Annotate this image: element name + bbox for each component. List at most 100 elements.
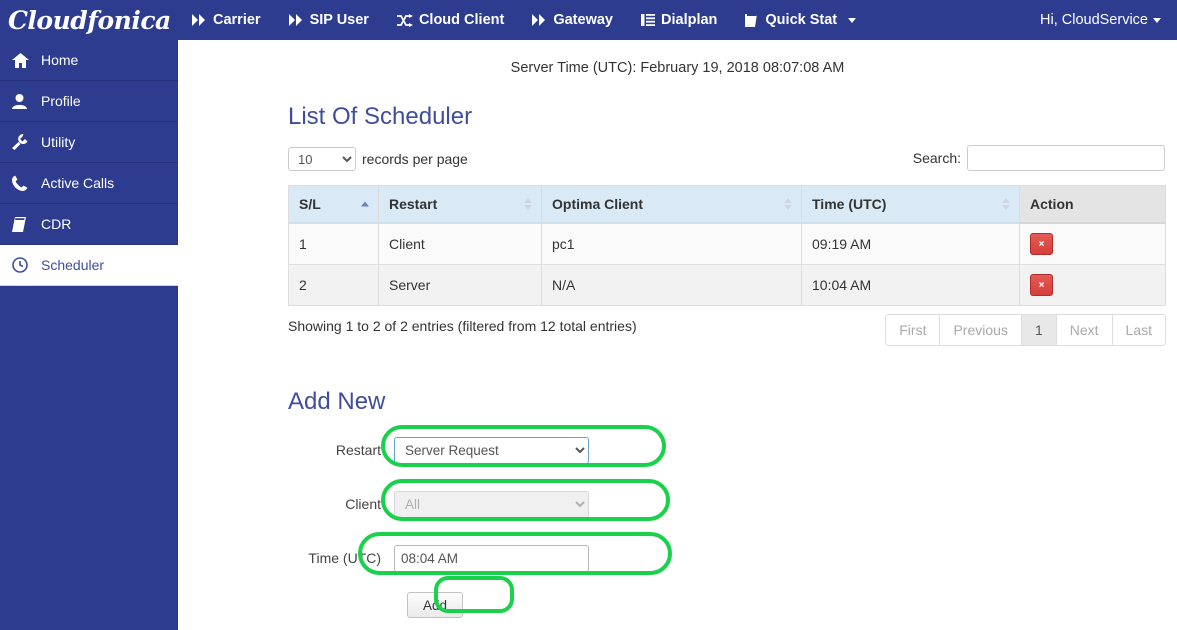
- add-new-title: Add New: [288, 388, 386, 415]
- sort-toggle-icon: [1002, 198, 1010, 210]
- shuffle-icon: [396, 13, 413, 27]
- table-head: S/L Restart Optima Client Time (UTC) Act…: [288, 185, 1166, 224]
- nav-item-label: Cloud Client: [418, 12, 505, 28]
- sidebar: Home Profile Utility Active Calls CDR Sc…: [0, 40, 178, 630]
- sidebar-item-utility[interactable]: Utility: [0, 122, 178, 163]
- column-header-restart[interactable]: Restart: [378, 185, 542, 224]
- cell-action: ×: [1019, 264, 1166, 306]
- scheduler-table: S/L Restart Optima Client Time (UTC) Act…: [288, 185, 1166, 306]
- nav-item-label: Dialplan: [661, 12, 718, 28]
- column-header-action: Action: [1019, 185, 1166, 224]
- pagination-page-1[interactable]: 1: [1021, 315, 1057, 345]
- nav-item-quick-stat[interactable]: Quick Stat: [731, 0, 870, 40]
- chevron-down-icon: [1153, 17, 1161, 23]
- cell-sl: 1: [288, 222, 379, 265]
- cell-time: 10:04 AM: [801, 264, 1020, 306]
- nav-item-label: Gateway: [553, 12, 613, 28]
- pagination-last[interactable]: Last: [1112, 315, 1165, 345]
- pagination-next[interactable]: Next: [1056, 315, 1113, 345]
- client-select[interactable]: All: [394, 490, 589, 518]
- nav-item-carrier[interactable]: Carrier: [178, 0, 275, 40]
- cell-time: 09:19 AM: [801, 222, 1020, 265]
- nav-item-label: SIP User: [309, 12, 369, 28]
- cell-optima-client: N/A: [541, 264, 802, 306]
- sidebar-item-label: Utility: [41, 134, 76, 150]
- column-label: Optima Client: [552, 196, 644, 212]
- time-label: Time (UTC): [308, 550, 381, 566]
- list-icon: [641, 14, 655, 26]
- column-label: S/L: [299, 196, 321, 212]
- nav-item-sip-user[interactable]: SIP User: [275, 0, 383, 40]
- add-button[interactable]: Add: [407, 592, 463, 618]
- sidebar-item-cdr[interactable]: CDR: [0, 204, 178, 245]
- client-label: Client: [345, 496, 381, 512]
- table-controls: 10 records per page Search:: [288, 145, 1165, 181]
- nav-item-label: Carrier: [213, 12, 261, 28]
- form-row-client: Client All: [288, 484, 1165, 524]
- column-header-time-utc[interactable]: Time (UTC): [801, 185, 1020, 224]
- column-label: Action: [1030, 196, 1074, 212]
- records-per-page-label: records per page: [362, 151, 468, 167]
- nav-item-label: Quick Stat: [765, 12, 838, 28]
- time-input[interactable]: [394, 544, 589, 572]
- book-icon: [745, 13, 759, 27]
- sort-toggle-icon: [784, 198, 792, 210]
- user-menu-label: Hi, CloudService: [1040, 12, 1148, 28]
- table-body: 1 Client pc1 09:19 AM × 2 Server N/A 10:…: [288, 222, 1166, 306]
- cell-sl: 2: [288, 264, 379, 306]
- clock-icon: [12, 257, 30, 273]
- sidebar-item-label: Home: [41, 52, 79, 68]
- phone-icon: [12, 175, 30, 191]
- table-footer: Showing 1 to 2 of 2 entries (filtered fr…: [288, 314, 1166, 360]
- form-row-restart: Restart Server Request: [288, 430, 1165, 470]
- delete-row-button[interactable]: ×: [1030, 233, 1053, 255]
- fast-forward-icon: [532, 14, 547, 26]
- form-row-time: Time (UTC): [288, 538, 1165, 578]
- sidebar-item-label: Active Calls: [41, 175, 115, 191]
- cell-optima-client: pc1: [541, 222, 802, 265]
- brand-logo[interactable]: Cloudfonica: [0, 0, 178, 40]
- records-per-page-control: 10 records per page: [288, 147, 468, 171]
- pagination-first[interactable]: First: [886, 315, 941, 345]
- delete-row-button[interactable]: ×: [1030, 274, 1053, 296]
- table-row[interactable]: 2 Server N/A 10:04 AM ×: [288, 264, 1166, 306]
- search-control: Search:: [913, 145, 1165, 171]
- nav-menu: Carrier SIP User Cloud Client Gateway Di…: [178, 0, 870, 40]
- user-menu[interactable]: Hi, CloudService: [1030, 0, 1171, 40]
- page-title: List Of Scheduler: [288, 103, 473, 130]
- column-label: Restart: [389, 196, 438, 212]
- table-info: Showing 1 to 2 of 2 entries (filtered fr…: [288, 318, 637, 334]
- search-input[interactable]: [967, 145, 1165, 171]
- restart-select[interactable]: Server Request: [394, 436, 589, 464]
- column-header-optima-client[interactable]: Optima Client: [541, 185, 802, 224]
- nav-item-gateway[interactable]: Gateway: [518, 0, 627, 40]
- user-icon: [12, 93, 30, 109]
- table-row[interactable]: 1 Client pc1 09:19 AM ×: [288, 222, 1166, 265]
- pagination-previous[interactable]: Previous: [940, 315, 1022, 345]
- main-content: Server Time (UTC): February 19, 2018 08:…: [178, 40, 1177, 630]
- sidebar-item-scheduler[interactable]: Scheduler: [0, 245, 178, 286]
- nav-item-dialplan[interactable]: Dialplan: [627, 0, 731, 40]
- cell-restart: Server: [378, 264, 542, 306]
- wrench-icon: [12, 134, 30, 150]
- pagination: First Previous 1 Next Last: [885, 314, 1166, 346]
- cell-restart: Client: [378, 222, 542, 265]
- scheduler-panel: List Of Scheduler 10 records per page Se…: [178, 103, 1177, 618]
- sidebar-item-label: Scheduler: [41, 257, 105, 273]
- restart-label: Restart: [335, 442, 381, 458]
- sidebar-item-home[interactable]: Home: [0, 40, 178, 81]
- sort-ascending-icon: [361, 201, 369, 207]
- sidebar-item-profile[interactable]: Profile: [0, 81, 178, 122]
- cell-action: ×: [1019, 222, 1166, 265]
- search-label: Search:: [912, 150, 961, 166]
- fast-forward-icon: [288, 14, 304, 26]
- top-navbar: Cloudfonica Carrier SIP User Cloud Clien…: [0, 0, 1177, 40]
- sort-toggle-icon: [524, 198, 532, 210]
- sidebar-item-active-calls[interactable]: Active Calls: [0, 163, 178, 204]
- column-header-sl[interactable]: S/L: [288, 185, 379, 224]
- table-header-row: S/L Restart Optima Client Time (UTC) Act…: [288, 185, 1166, 224]
- fast-forward-icon: [192, 14, 207, 26]
- records-per-page-select[interactable]: 10: [288, 147, 356, 171]
- column-label: Time (UTC): [812, 196, 887, 212]
- nav-item-cloud-client[interactable]: Cloud Client: [383, 0, 518, 40]
